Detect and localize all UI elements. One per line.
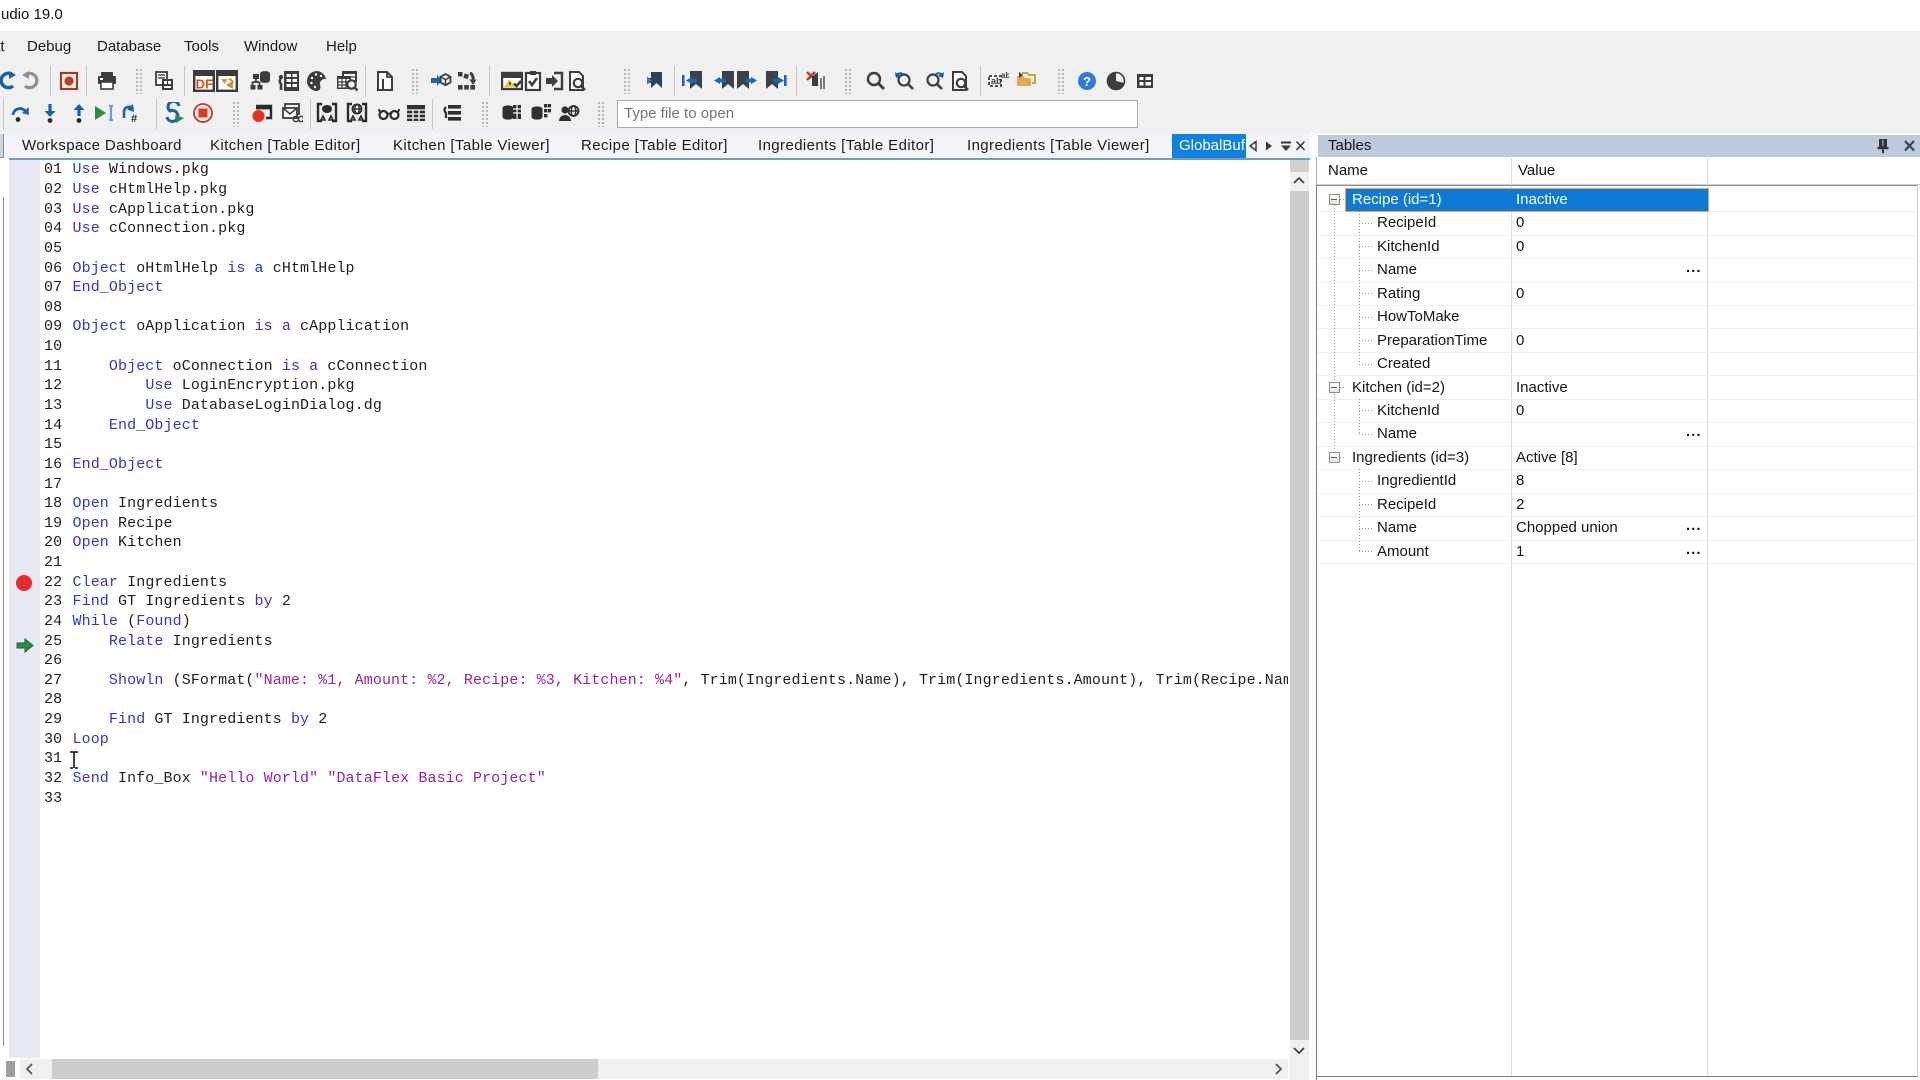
svg-text:ab: ab (1001, 71, 1009, 80)
svg-text:#: # (131, 113, 137, 124)
svg-text:?: ? (1083, 74, 1091, 89)
svg-text:DF: DF (196, 77, 213, 92)
